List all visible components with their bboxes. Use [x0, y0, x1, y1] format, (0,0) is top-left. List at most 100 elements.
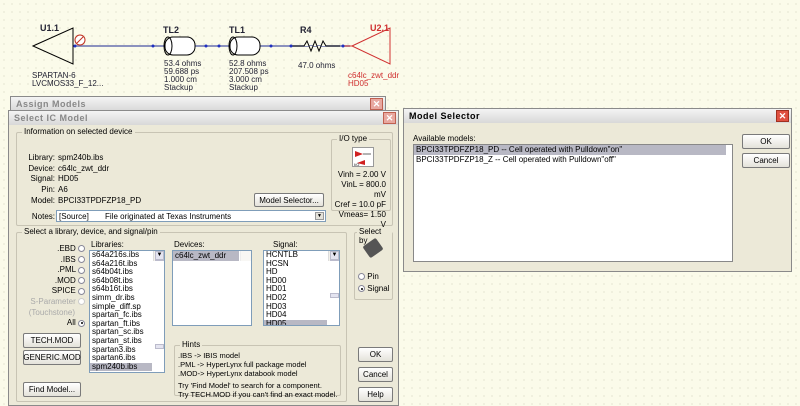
- radio-ebd[interactable]: .EBD: [21, 244, 85, 255]
- radio-pml[interactable]: .PML: [21, 265, 85, 276]
- assign-models-close-button[interactable]: ✕: [370, 98, 383, 110]
- type-radios: .EBD .IBS .PML .MOD SPICE S-Parameter (T…: [21, 244, 85, 329]
- library-label: Library:: [28, 153, 55, 162]
- radio-button[interactable]: [358, 285, 365, 293]
- io-buffer-icon: I/O: [352, 147, 374, 167]
- radio-all[interactable]: All: [21, 318, 85, 329]
- tl2-ref: TL2: [163, 25, 180, 35]
- scroll-down-icon[interactable]: ▼: [155, 251, 164, 260]
- io-icon-label: I/O: [354, 162, 360, 167]
- model-selector-cancel-button[interactable]: Cancel: [742, 153, 790, 168]
- notes-dropdown[interactable]: [Source] File originated at Texas Instru…: [56, 210, 326, 222]
- devices-list[interactable]: c64lc_zwt_ddr: [172, 250, 252, 326]
- scroll-down-icon[interactable]: ▼: [330, 251, 339, 260]
- radio-signal[interactable]: Signal: [358, 283, 389, 295]
- ok-button[interactable]: OK: [358, 347, 393, 362]
- signal-list-label: Signal:: [273, 240, 298, 249]
- radio-label: S-Parameter: [30, 296, 76, 306]
- notes-value: File originated at Texas Instruments: [105, 211, 232, 221]
- select-by-radios: Pin Signal: [358, 271, 389, 295]
- hint-tip: Try 'Find Model' to search for a compone…: [178, 381, 322, 390]
- radio-label: SPICE: [51, 286, 76, 296]
- libraries-scrollbar[interactable]: ▲▼: [153, 251, 164, 349]
- radio-ibs[interactable]: .IBS: [21, 255, 85, 266]
- r4-value: 47.0 ohms: [298, 61, 336, 70]
- scroll-thumb[interactable]: [155, 344, 164, 349]
- devices-label: Devices:: [174, 240, 205, 249]
- radio-pin[interactable]: Pin: [358, 271, 389, 283]
- select-ic-model-title: Select IC Model: [9, 111, 398, 125]
- io-type-title: I/O type: [337, 134, 370, 143]
- tl2-params: 53.4 ohms 59.688 ps 1.000 cm Stackup: [164, 60, 201, 92]
- device-item[interactable]: c64lc_zwt_ddr: [173, 251, 239, 261]
- io-params: Vinh = 2.00 V VinL = 800.0 mV Cref = 10.…: [332, 170, 386, 230]
- model-item[interactable]: BPCI33TPDFZP18_Z -- Cell operated with P…: [414, 155, 732, 165]
- tl1-params: 52.8 ohms 207.508 ps 3.000 cm Stackup: [229, 60, 269, 92]
- signal-label: Signal:: [30, 174, 55, 184]
- model-selector-close-button[interactable]: ✕: [776, 110, 789, 122]
- list-item[interactable]: spm240b.ibs: [90, 362, 152, 372]
- cref-value: Cref = 10.0 pF: [334, 200, 386, 209]
- vinh-value: Vinh = 2.00 V: [337, 170, 386, 179]
- signal-value: HD05: [58, 174, 79, 184]
- radio-button[interactable]: [78, 255, 85, 263]
- find-model-button[interactable]: Find Model...: [23, 382, 81, 397]
- select-ic-model-close-button[interactable]: ✕: [383, 112, 396, 124]
- select-library-group-title: Select a library, device, and signal/pin: [22, 227, 160, 236]
- cancel-button[interactable]: Cancel: [358, 367, 393, 382]
- model-value: BPCI33TPDFZP18_PD: [58, 195, 142, 205]
- radio-mod[interactable]: .MOD: [21, 276, 85, 287]
- radio-button[interactable]: [78, 266, 85, 274]
- radio-label-touchstone: (Touchstone): [28, 307, 75, 317]
- tech-mod-button[interactable]: TECH.MOD: [23, 333, 81, 348]
- info-group-title: Information on selected device: [22, 127, 135, 136]
- devices-scrollbar: [240, 251, 251, 261]
- model-selector-ok-button[interactable]: OK: [742, 134, 790, 149]
- model-label: Model:: [30, 195, 55, 205]
- radio-button[interactable]: [78, 277, 85, 285]
- io-type-group: I/O type I/O Vinh = 2.00 V VinL = 800.0 …: [331, 134, 391, 229]
- radio-label: .MOD: [54, 275, 76, 285]
- u1-ref: U1.1: [40, 23, 60, 33]
- vinl-value: VinL = 800.0 mV: [341, 180, 386, 199]
- model-item[interactable]: BPCI33TPDFZP18_PD -- Cell operated with …: [414, 145, 726, 155]
- libraries-list[interactable]: s64a216s.ibs s64a216t.ibs s64b04t.ibs s64b0…: [89, 250, 165, 373]
- radio-button[interactable]: [78, 319, 85, 327]
- radio-label: Pin: [367, 272, 379, 281]
- help-button[interactable]: Help: [358, 387, 393, 402]
- list-item[interactable]: HD05: [264, 319, 327, 325]
- model-selector-dialog: Model Selector ✕ Available models: BPCI3…: [403, 108, 792, 272]
- radio-button: [78, 298, 85, 306]
- available-models-label: Available models:: [413, 134, 476, 143]
- hints-title: Hints: [180, 340, 203, 349]
- generic-mod-button[interactable]: GENERIC.MOD: [23, 350, 81, 365]
- select-by-group: Select by Pin Signal: [354, 227, 393, 300]
- receiver-u2-symbol: [350, 27, 391, 65]
- scroll-thumb[interactable]: [330, 293, 339, 298]
- radio-spice[interactable]: SPICE: [21, 286, 85, 297]
- u2-line2: HD05: [348, 79, 369, 88]
- device-label: Device:: [28, 163, 55, 173]
- radio-label: .IBS: [60, 254, 76, 264]
- radio-button[interactable]: [78, 245, 85, 253]
- radio-s-parameter: S-Parameter: [21, 297, 85, 308]
- signal-scrollbar[interactable]: ▲▼: [328, 251, 339, 298]
- select-ic-model-dialog: Select IC Model ✕ Information on selecte…: [8, 110, 399, 406]
- device-info: Library: spm240b.ibs Device: c64lc_zwt_ddr…: [19, 153, 141, 207]
- tl1-ref: TL1: [229, 25, 246, 35]
- device-value: c64lc_zwt_ddr: [58, 163, 110, 173]
- chevron-down-icon[interactable]: ▼: [315, 212, 324, 220]
- radio-button[interactable]: [358, 273, 365, 281]
- model-selector-button[interactable]: Model Selector...: [254, 193, 324, 207]
- tl2-symbol: [163, 36, 196, 56]
- radio-button[interactable]: [78, 287, 85, 295]
- signal-list[interactable]: HCNTLBHCSNHDHD00HD01HD02HD03HD04HD05▲▼: [263, 250, 340, 326]
- radio-label: Signal: [367, 284, 390, 293]
- u1-line2: LVCMOS33_F_12...: [32, 79, 104, 88]
- notes-tag: [Source]: [59, 211, 89, 221]
- u2-ref: U2.1: [370, 23, 390, 33]
- u2-part: c64lc_zwt_ddr HD05: [348, 72, 399, 88]
- hint-line: .IBS -> IBIS model: [178, 351, 240, 360]
- models-list[interactable]: BPCI33TPDFZP18_PD -- Cell operated with …: [413, 144, 733, 262]
- r4-ref: R4: [300, 25, 312, 35]
